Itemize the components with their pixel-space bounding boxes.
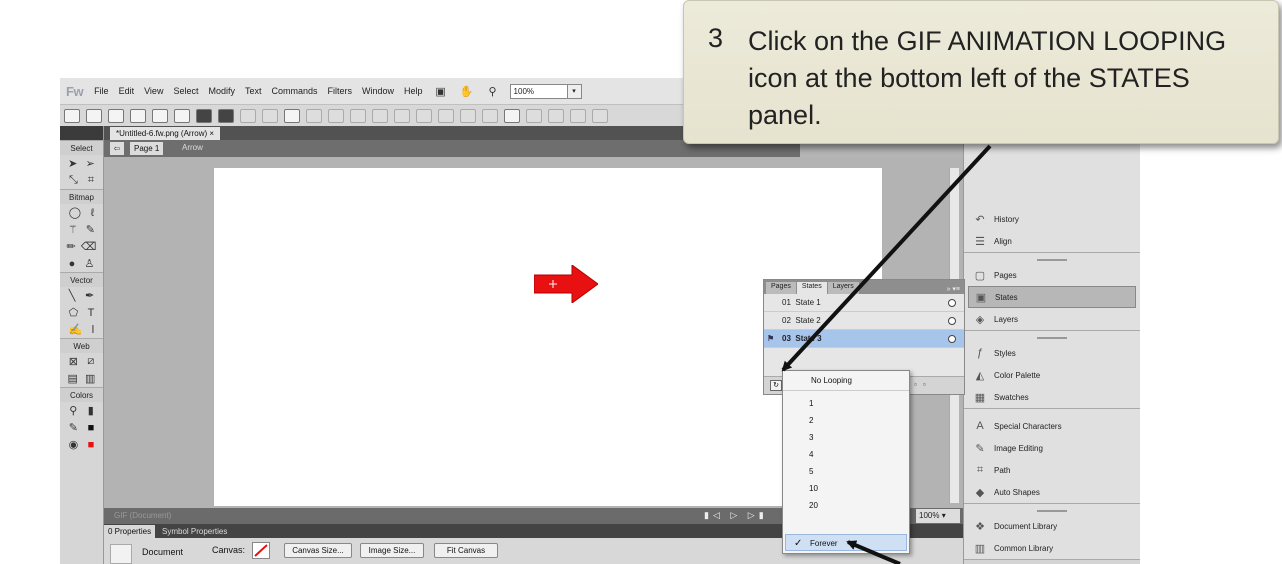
pointer-arrows (781, 144, 992, 564)
forever-pointer-arrow (846, 540, 901, 564)
callout-pointer-arrow (781, 144, 992, 372)
screenshot-root: Fw File Edit View Select Modify Text Com… (0, 0, 1282, 564)
